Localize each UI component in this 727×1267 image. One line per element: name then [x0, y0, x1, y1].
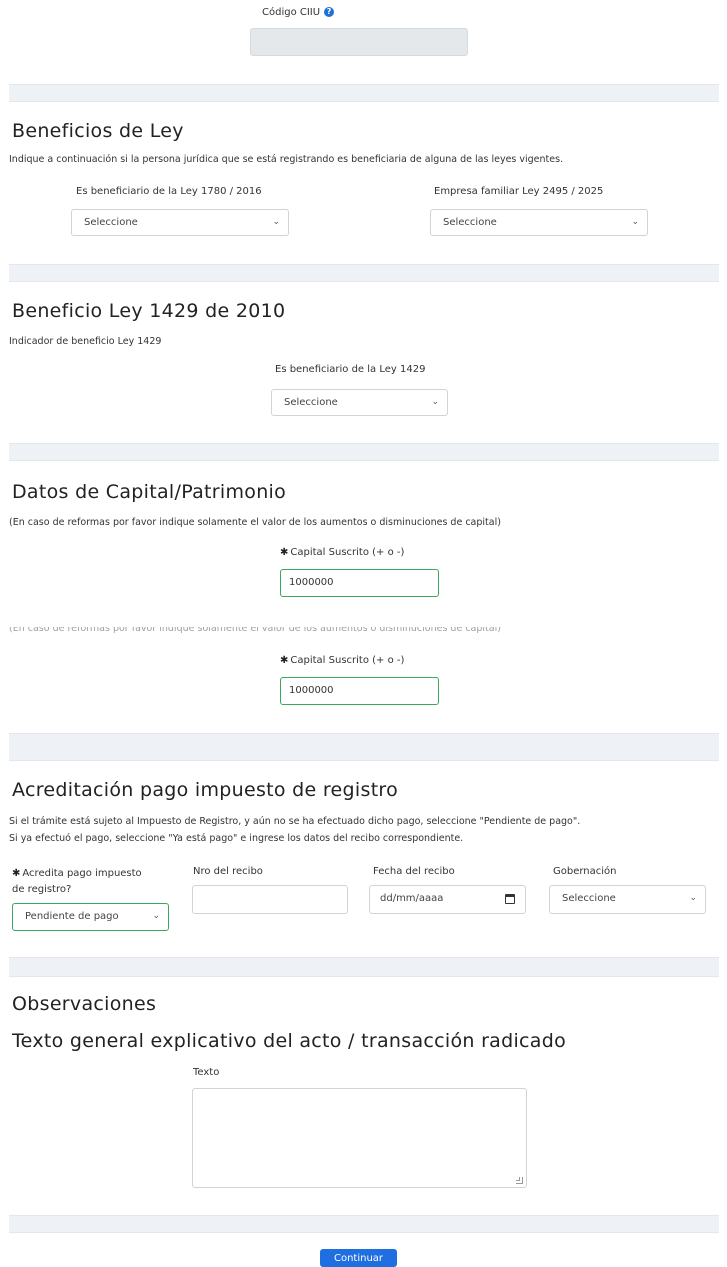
acredita-label-1: Acredita pago impuesto [22, 868, 142, 879]
ley1780-label: Es beneficiario de la Ley 1780 / 2016 [76, 186, 262, 197]
chevron-down-icon: ⌄ [689, 893, 697, 903]
ciiu-label: Código CIIU [262, 7, 321, 18]
ley2495-select[interactable]: Seleccione ⌄ [430, 209, 648, 236]
capital2-label-row: ✱ Capital Suscrito (+ o -) [280, 655, 404, 666]
beneficios-description: Indique a continuación si la persona jur… [9, 154, 564, 165]
section-divider [9, 443, 719, 461]
ley1429-select[interactable]: Seleccione ⌄ [271, 389, 448, 416]
ley1780-select-value: Seleccione [84, 217, 138, 228]
ciiu-input [250, 28, 468, 56]
observaciones-subtitle: Texto general explicativo del acto / tra… [12, 1030, 567, 1052]
section-title-ley1429: Beneficio Ley 1429 de 2010 [12, 300, 286, 322]
capital2-input[interactable]: 1000000 [280, 677, 439, 705]
capital2-label: Capital Suscrito (+ o -) [290, 655, 405, 666]
section-divider [9, 957, 719, 977]
chevron-down-icon: ⌄ [431, 397, 439, 407]
gobernacion-select[interactable]: Seleccione ⌄ [549, 885, 706, 914]
section-title-impuesto: Acreditación pago impuesto de registro [12, 779, 399, 801]
impuesto-line2: Si ya efectuó el pago, seleccione "Ya es… [9, 833, 464, 844]
ley1429-select-value: Seleccione [284, 397, 338, 408]
required-asterisk-icon: ✱ [280, 655, 289, 666]
ley1429-indicator: Indicador de beneficio Ley 1429 [9, 336, 162, 347]
ley1429-label: Es beneficiario de la Ley 1429 [275, 364, 426, 375]
resize-grip-icon[interactable] [516, 1177, 523, 1184]
chevron-down-icon: ⌄ [152, 911, 160, 921]
recibo-label: Nro del recibo [193, 866, 263, 877]
acredita-label: ✱ Acredita pago impuesto de registro? [12, 866, 142, 898]
acredita-select-value: Pendiente de pago [25, 911, 119, 922]
required-asterisk-icon: ✱ [280, 547, 289, 558]
capital-note-duplicate: (En caso de reformas por favor indique s… [9, 627, 501, 634]
section-divider [9, 264, 719, 282]
capital-label: Capital Suscrito (+ o -) [290, 547, 405, 558]
fecha-placeholder: dd/mm/aaaa [380, 893, 444, 904]
question-circle-icon[interactable]: ? [324, 7, 335, 17]
section-divider [9, 733, 719, 761]
calendar-icon[interactable] [505, 894, 515, 904]
texto-textarea[interactable] [192, 1088, 527, 1188]
gobernacion-label: Gobernación [553, 866, 617, 877]
capital-note: (En caso de reformas por favor indique s… [9, 517, 501, 528]
fecha-label: Fecha del recibo [373, 866, 455, 877]
ley2495-label: Empresa familiar Ley 2495 / 2025 [434, 186, 604, 197]
section-title-beneficios: Beneficios de Ley [12, 120, 184, 142]
texto-label: Texto [193, 1067, 220, 1078]
continuar-button[interactable]: Continuar [320, 1249, 397, 1267]
required-asterisk-icon: ✱ [12, 868, 21, 879]
chevron-down-icon: ⌄ [631, 217, 639, 227]
capital-input[interactable]: 1000000 [280, 569, 439, 597]
ley1780-select[interactable]: Seleccione ⌄ [71, 209, 289, 236]
ley2495-select-value: Seleccione [443, 217, 497, 228]
section-divider [9, 84, 719, 102]
gobernacion-select-value: Seleccione [562, 893, 616, 904]
acredita-label-2: de registro? [12, 884, 72, 895]
capital-label-row: ✱ Capital Suscrito (+ o -) [280, 547, 404, 558]
impuesto-line1: Si el trámite está sujeto al Impuesto de… [9, 816, 581, 827]
chevron-down-icon: ⌄ [272, 217, 280, 227]
section-title-capital: Datos de Capital/Patrimonio [12, 481, 287, 503]
ciiu-label-row: Código CIIU? [262, 7, 335, 18]
section-title-observaciones: Observaciones [12, 993, 157, 1015]
fecha-input[interactable]: dd/mm/aaaa [369, 885, 526, 914]
section-divider [9, 1215, 719, 1233]
recibo-input[interactable] [192, 885, 348, 914]
acredita-select[interactable]: Pendiente de pago ⌄ [12, 903, 169, 931]
